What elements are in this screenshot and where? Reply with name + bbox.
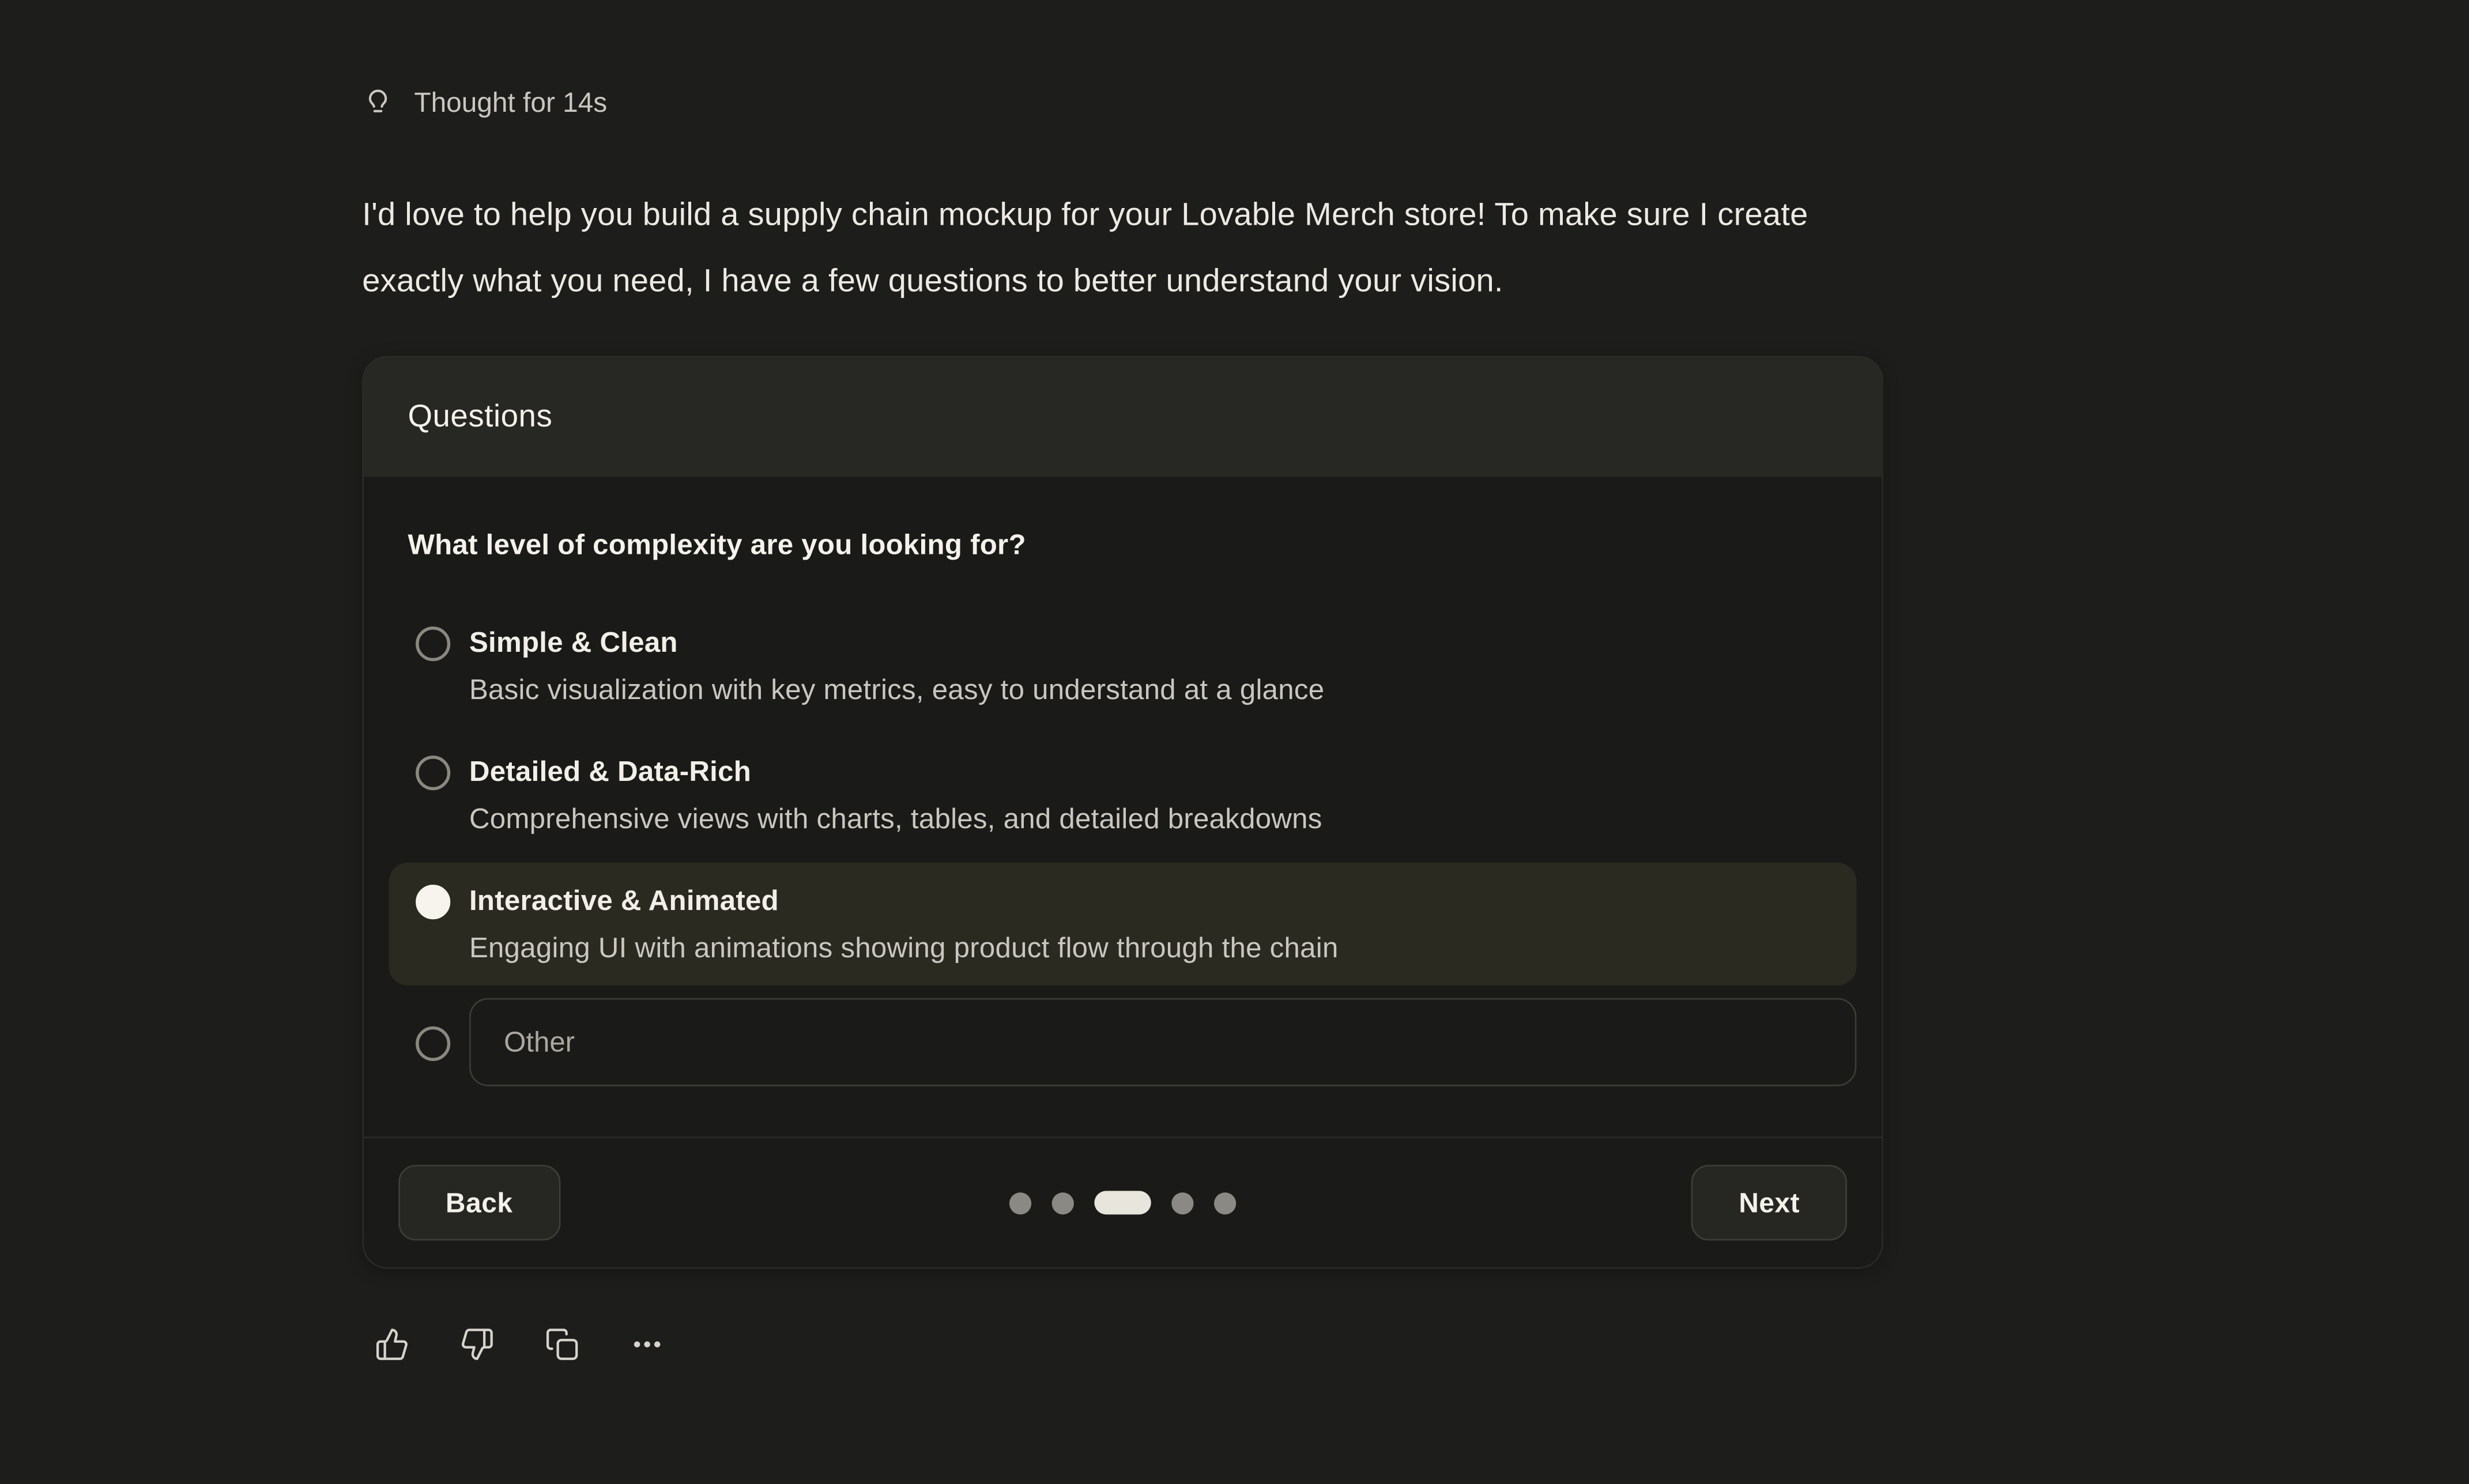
- message-line: exactly what you need, I have a few ques…: [362, 249, 1808, 315]
- back-button[interactable]: Back: [398, 1165, 560, 1240]
- thumbs-up-icon: [375, 1327, 409, 1362]
- assistant-message: I'd love to help you build a supply chai…: [362, 183, 1808, 315]
- progress-dot: [1171, 1192, 1193, 1214]
- option-detailed-data-rich[interactable]: Detailed & Data-Rich Comprehensive views…: [389, 734, 1857, 856]
- progress-dots: [1009, 1191, 1236, 1214]
- questions-card: Questions What level of complexity are y…: [362, 356, 1883, 1268]
- radio-icon[interactable]: [416, 885, 450, 919]
- option-simple-clean[interactable]: Simple & Clean Basic visualization with …: [389, 605, 1857, 727]
- card-body: What level of complexity are you looking…: [364, 478, 1882, 1136]
- thumbs-up-button[interactable]: [375, 1327, 409, 1362]
- thumbs-down-button[interactable]: [460, 1327, 495, 1362]
- progress-dot: [1214, 1192, 1236, 1214]
- chat-page: Thought for 14s I'd love to help you bui…: [0, 0, 2469, 1484]
- card-header: Questions: [364, 357, 1882, 478]
- option-description: Basic visualization with key metrics, ea…: [469, 671, 1324, 709]
- next-button[interactable]: Next: [1691, 1165, 1847, 1240]
- option-interactive-animated[interactable]: Interactive & Animated Engaging UI with …: [389, 863, 1857, 985]
- option-title: Interactive & Animated: [469, 882, 1339, 920]
- radio-icon[interactable]: [416, 626, 450, 661]
- progress-dot: [1052, 1192, 1074, 1214]
- card-footer: Back Next: [364, 1136, 1882, 1267]
- more-options-button[interactable]: [630, 1327, 665, 1362]
- copy-icon: [545, 1327, 579, 1362]
- card-title: Questions: [408, 399, 552, 435]
- message-line: I'd love to help you build a supply chai…: [362, 183, 1808, 249]
- option-title: Simple & Clean: [469, 624, 1324, 662]
- question-text: What level of complexity are you looking…: [408, 526, 1837, 564]
- option-other-row[interactable]: [389, 998, 1857, 1086]
- thought-label: Thought for 14s: [414, 86, 607, 119]
- radio-icon[interactable]: [416, 1026, 450, 1061]
- thought-row[interactable]: Thought for 14s: [362, 86, 607, 119]
- lightbulb-icon: [362, 88, 394, 119]
- option-title: Detailed & Data-Rich: [469, 753, 1322, 791]
- progress-dot: [1009, 1192, 1031, 1214]
- radio-icon[interactable]: [416, 756, 450, 790]
- other-input[interactable]: [469, 998, 1856, 1086]
- thumbs-down-icon: [460, 1327, 495, 1362]
- copy-button[interactable]: [545, 1327, 579, 1362]
- progress-dot-active: [1094, 1191, 1151, 1214]
- option-description: Engaging UI with animations showing prod…: [469, 929, 1339, 967]
- ellipsis-icon: [630, 1327, 665, 1362]
- message-actions: [375, 1327, 665, 1362]
- option-description: Comprehensive views with charts, tables,…: [469, 800, 1322, 838]
